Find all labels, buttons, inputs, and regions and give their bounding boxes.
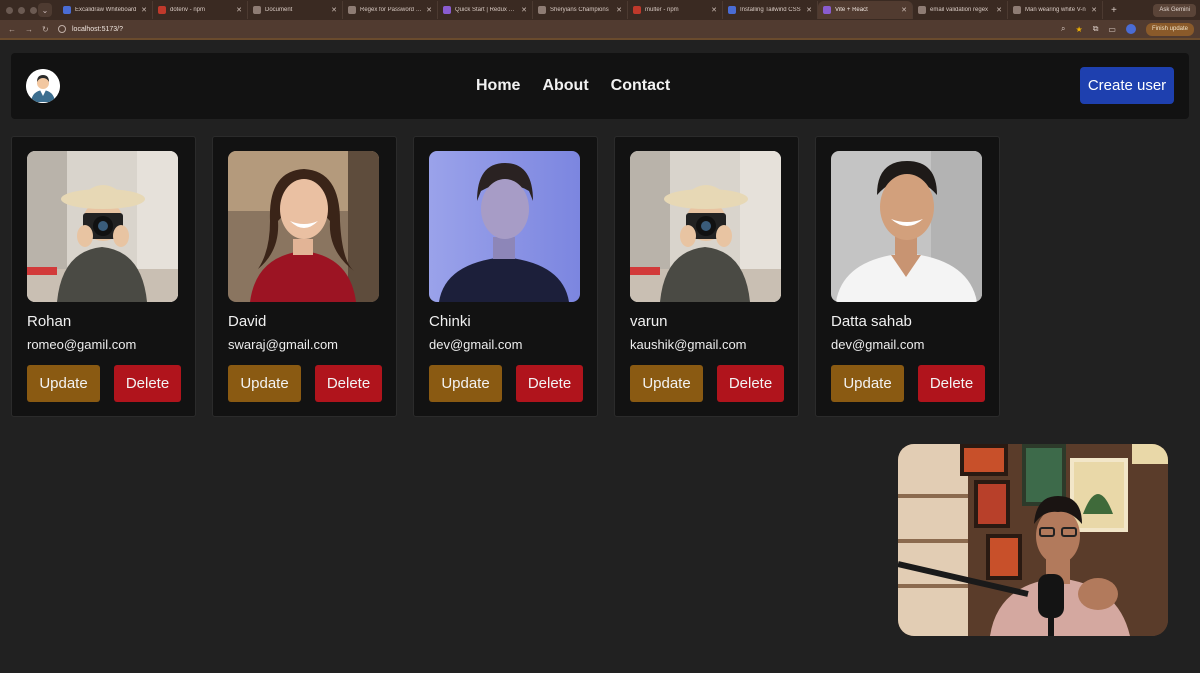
tab-close-icon[interactable]: ✕ [521,6,527,14]
tab-close-icon[interactable]: ✕ [141,6,147,14]
nav-link-about[interactable]: About [542,77,588,95]
tab-favicon-icon [1013,6,1021,14]
browser-address-bar: ← → ↻ localhost:5173/? ⌕ ★ ⧉ ▭ Finish up… [0,20,1200,40]
user-email: kaushik@gmail.com [630,337,747,352]
user-card: varun kaushik@gmail.com Update Delete [614,136,799,417]
tab-favicon-icon [63,6,71,14]
url-field[interactable]: localhost:5173/? [58,22,1061,36]
user-name: Rohan [27,313,72,330]
tab-close-icon[interactable]: ✕ [901,6,907,14]
user-name: David [228,313,267,330]
browser-tab[interactable]: Document ✕ [248,1,343,19]
tab-favicon-icon [918,6,926,14]
user-email: swaraj@gmail.com [228,337,338,352]
update-button[interactable]: Update [228,365,301,402]
profile-avatar-icon[interactable] [1125,24,1136,34]
user-card: Datta sahab dev@gmail.com Update Delete [815,136,1000,417]
avatar-logo-icon[interactable] [26,69,60,103]
user-name: Datta sahab [831,313,912,330]
window-controls[interactable] [0,6,38,14]
user-card: David swaraj@gmail.com Update Delete [212,136,397,417]
ask-gemini-button[interactable]: Ask Gemini [1153,3,1196,17]
tab-favicon-icon [158,6,166,14]
user-card-list: Rohan romeo@gamil.com Update Delete Davi… [11,136,1000,417]
user-photo [228,151,379,302]
tab-close-icon[interactable]: ✕ [1091,6,1097,14]
bookmark-star-icon[interactable]: ★ [1076,25,1083,34]
tab-close-icon[interactable]: ✕ [996,6,1002,14]
nav-links: Home About Contact [476,53,670,119]
user-photo [27,151,178,302]
tab-close-icon[interactable]: ✕ [711,6,717,14]
user-email: romeo@gamil.com [27,337,137,352]
webcam-overlay [898,444,1168,636]
delete-button[interactable]: Delete [114,365,181,402]
user-photo [630,151,781,302]
app-navbar: Home About Contact Create user [11,53,1189,119]
update-button[interactable]: Update [630,365,703,402]
browser-tab-active[interactable]: Vite + React ✕ [818,1,913,19]
user-photo [429,151,580,302]
tab-close-icon[interactable]: ✕ [426,6,432,14]
user-name: Chinki [429,313,471,330]
browser-tab[interactable]: Installing Tailwind CSS ✕ [723,1,818,19]
user-card: Rohan romeo@gamil.com Update Delete [11,136,196,417]
browser-tab[interactable]: Regex for Password Va ✕ [343,1,438,19]
tab-favicon-icon [728,6,736,14]
tab-favicon-icon [823,6,831,14]
browser-tab[interactable]: Man wearing white V-n ✕ [1008,1,1103,19]
browser-tab[interactable]: Sheryians Champions ✕ [533,1,628,19]
browser-tab[interactable]: Excalidraw Whiteboard ✕ [58,1,153,19]
tab-search-icon[interactable]: ⌄ [38,3,52,17]
browser-tab-bar: ⌄ Excalidraw Whiteboard ✕ dotenv - npm ✕ D… [0,0,1200,20]
browser-tab[interactable]: email validation regex ✕ [913,1,1008,19]
url-text: localhost:5173/? [72,25,123,33]
tab-favicon-icon [348,6,356,14]
tab-close-icon[interactable]: ✕ [806,6,812,14]
sidebar-icon[interactable]: ▭ [1108,25,1116,34]
reload-icon[interactable]: ↻ [42,25,49,34]
tab-favicon-icon [538,6,546,14]
update-button[interactable]: Update [831,365,904,402]
new-tab-icon[interactable]: + [1103,5,1125,16]
delete-button[interactable]: Delete [717,365,784,402]
user-name: varun [630,313,668,330]
tab-favicon-icon [443,6,451,14]
tab-favicon-icon [253,6,261,14]
browser-tab[interactable]: Quick Start | Redux Too ✕ [438,1,533,19]
browser-tab[interactable]: multer - npm ✕ [628,1,723,19]
forward-icon[interactable]: → [25,25,33,34]
tab-favicon-icon [633,6,641,14]
user-email: dev@gmail.com [429,337,523,352]
site-info-icon[interactable] [58,25,66,33]
create-user-button[interactable]: Create user [1080,67,1174,104]
nav-link-contact[interactable]: Contact [611,77,671,95]
browser-toolbar-right: ⌕ ★ ⧉ ▭ Finish update [1061,22,1200,36]
user-email: dev@gmail.com [831,337,925,352]
nav-link-home[interactable]: Home [476,77,520,95]
tab-close-icon[interactable]: ✕ [236,6,242,14]
browser-nav-buttons: ← → ↻ [0,25,58,34]
tab-strip: Excalidraw Whiteboard ✕ dotenv - npm ✕ Doc… [58,0,1103,20]
zoom-icon[interactable]: ⌕ [1061,24,1065,34]
delete-button[interactable]: Delete [516,365,583,402]
browser-tab[interactable]: dotenv - npm ✕ [153,1,248,19]
update-button[interactable]: Update [27,365,100,402]
delete-button[interactable]: Delete [315,365,382,402]
user-photo [831,151,982,302]
update-button[interactable]: Update [429,365,502,402]
back-icon[interactable]: ← [8,25,16,34]
user-card: Chinki dev@gmail.com Update Delete [413,136,598,417]
extensions-icon[interactable]: ⧉ [1093,24,1099,34]
finish-update-button[interactable]: Finish update [1145,22,1194,36]
tab-close-icon[interactable]: ✕ [616,6,622,14]
delete-button[interactable]: Delete [918,365,985,402]
tab-close-icon[interactable]: ✕ [331,6,337,14]
